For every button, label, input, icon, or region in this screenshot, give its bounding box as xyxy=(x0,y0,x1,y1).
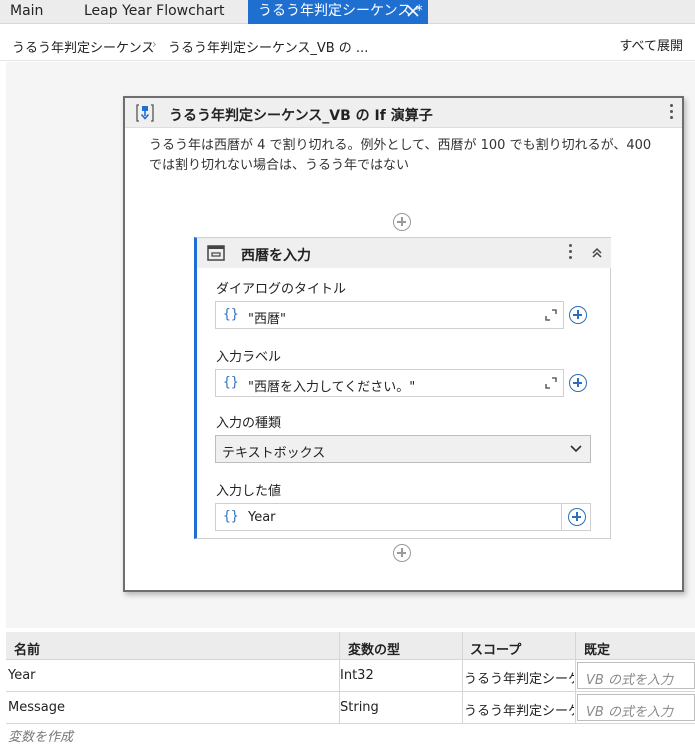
add-variable-icon[interactable] xyxy=(569,306,587,324)
more-options-icon[interactable] xyxy=(670,104,674,122)
dialog-title-value: "西暦" xyxy=(248,312,286,327)
expand-editor-icon[interactable] xyxy=(545,309,557,321)
chevron-right-icon: › xyxy=(152,37,157,51)
input-value-label: 入力した値 xyxy=(216,484,282,499)
tab-leap-year-flowchart[interactable]: Leap Year Flowchart xyxy=(74,0,244,24)
more-options-icon[interactable] xyxy=(569,244,573,262)
close-icon[interactable] xyxy=(406,4,420,18)
tab-flowchart-label: Leap Year Flowchart xyxy=(84,3,225,19)
tab-main-label: Main xyxy=(10,3,44,19)
input-dialog-title: 西暦を入力 xyxy=(241,248,311,264)
add-activity-icon[interactable] xyxy=(393,213,411,231)
variable-scope[interactable]: うるう年判定シーケ xyxy=(464,668,574,687)
tab-leap-year-sequence[interactable]: うるう年判定シーケンス * xyxy=(248,0,428,24)
breadcrumb-item-if[interactable]: うるう年判定シーケンス_VB の ... xyxy=(168,37,368,56)
default-placeholder: VB の式を入力 xyxy=(586,705,673,720)
column-divider xyxy=(575,632,576,724)
column-divider xyxy=(339,632,340,724)
expand-all-button[interactable]: すべて展開 xyxy=(619,35,683,54)
input-label-field[interactable]: {} "西暦を入力してください。" xyxy=(215,369,564,397)
add-variable-icon[interactable] xyxy=(568,508,586,526)
dialog-title-field[interactable]: {} "西暦" xyxy=(215,301,564,329)
variable-default-input[interactable]: VB の式を入力 xyxy=(577,694,695,721)
input-value-field[interactable]: {} Year xyxy=(215,503,591,531)
input-dialog-header[interactable]: 西暦を入力 xyxy=(197,238,611,268)
column-scope[interactable]: スコープ xyxy=(470,639,521,658)
input-type-select[interactable]: テキストボックス xyxy=(215,435,591,463)
tab-bar: Main Leap Year Flowchart うるう年判定シーケンス * xyxy=(0,0,695,24)
variable-type[interactable]: Int32 xyxy=(340,668,374,683)
field-divider xyxy=(561,504,562,530)
input-type-label: 入力の種類 xyxy=(216,416,282,431)
variable-type[interactable]: String xyxy=(340,700,379,715)
breadcrumb-item-sequence[interactable]: うるう年判定シーケンス xyxy=(12,37,154,56)
breadcrumb: うるう年判定シーケンス › うるう年判定シーケンス_VB の ... すべて展開 xyxy=(0,25,695,61)
expression-icon: {} xyxy=(223,375,239,390)
expression-icon: {} xyxy=(223,509,239,524)
column-divider xyxy=(462,632,463,724)
variable-name[interactable]: Message xyxy=(8,700,65,715)
column-type[interactable]: 変数の型 xyxy=(348,639,400,658)
dialog-title-label: ダイアログのタイトル xyxy=(216,282,347,297)
tab-sequence-label: うるう年判定シーケンス * xyxy=(258,3,423,19)
if-activity-header[interactable]: うるう年判定シーケンス_VB の If 演算子 xyxy=(125,98,682,128)
variable-scope[interactable]: うるう年判定シーケ xyxy=(464,700,574,719)
chevron-down-icon xyxy=(570,445,582,453)
input-label-label: 入力ラベル xyxy=(216,350,282,365)
collapse-icon[interactable] xyxy=(591,247,603,259)
input-value-value: Year xyxy=(248,510,276,525)
variable-default-input[interactable]: VB の式を入力 xyxy=(577,662,695,689)
if-activity-icon xyxy=(136,104,154,122)
if-activity-title: うるう年判定シーケンス_VB の If 演算子 xyxy=(169,108,433,124)
column-default[interactable]: 既定 xyxy=(584,639,610,658)
expression-icon: {} xyxy=(223,307,239,322)
expand-editor-icon[interactable] xyxy=(545,377,557,389)
add-activity-icon[interactable] xyxy=(393,544,411,562)
if-activity-description: うるう年は西暦が 4 で割り切れる。例外として、西暦が 100 でも割り切れるが… xyxy=(149,138,652,173)
tab-main[interactable]: Main xyxy=(0,0,70,24)
column-name[interactable]: 名前 xyxy=(14,639,40,658)
input-label-value: "西暦を入力してください。" xyxy=(248,380,416,395)
table-row[interactable]: Message String うるう年判定シーケ VB の式を入力 xyxy=(6,692,695,724)
variable-name[interactable]: Year xyxy=(8,668,36,683)
create-variable-button[interactable]: 変数を作成 xyxy=(8,726,73,745)
dialog-icon xyxy=(207,245,225,261)
variables-header: 名前 変数の型 スコープ 既定 xyxy=(6,632,695,660)
input-type-value: テキストボックス xyxy=(222,446,326,461)
default-placeholder: VB の式を入力 xyxy=(586,673,673,688)
add-variable-icon[interactable] xyxy=(569,374,587,392)
input-dialog-activity[interactable]: 西暦を入力 ダイアログのタイトル {} "西暦" 入力ラベル {} "西暦を入力… xyxy=(194,237,611,539)
table-row[interactable]: Year Int32 うるう年判定シーケ VB の式を入力 xyxy=(6,660,695,692)
